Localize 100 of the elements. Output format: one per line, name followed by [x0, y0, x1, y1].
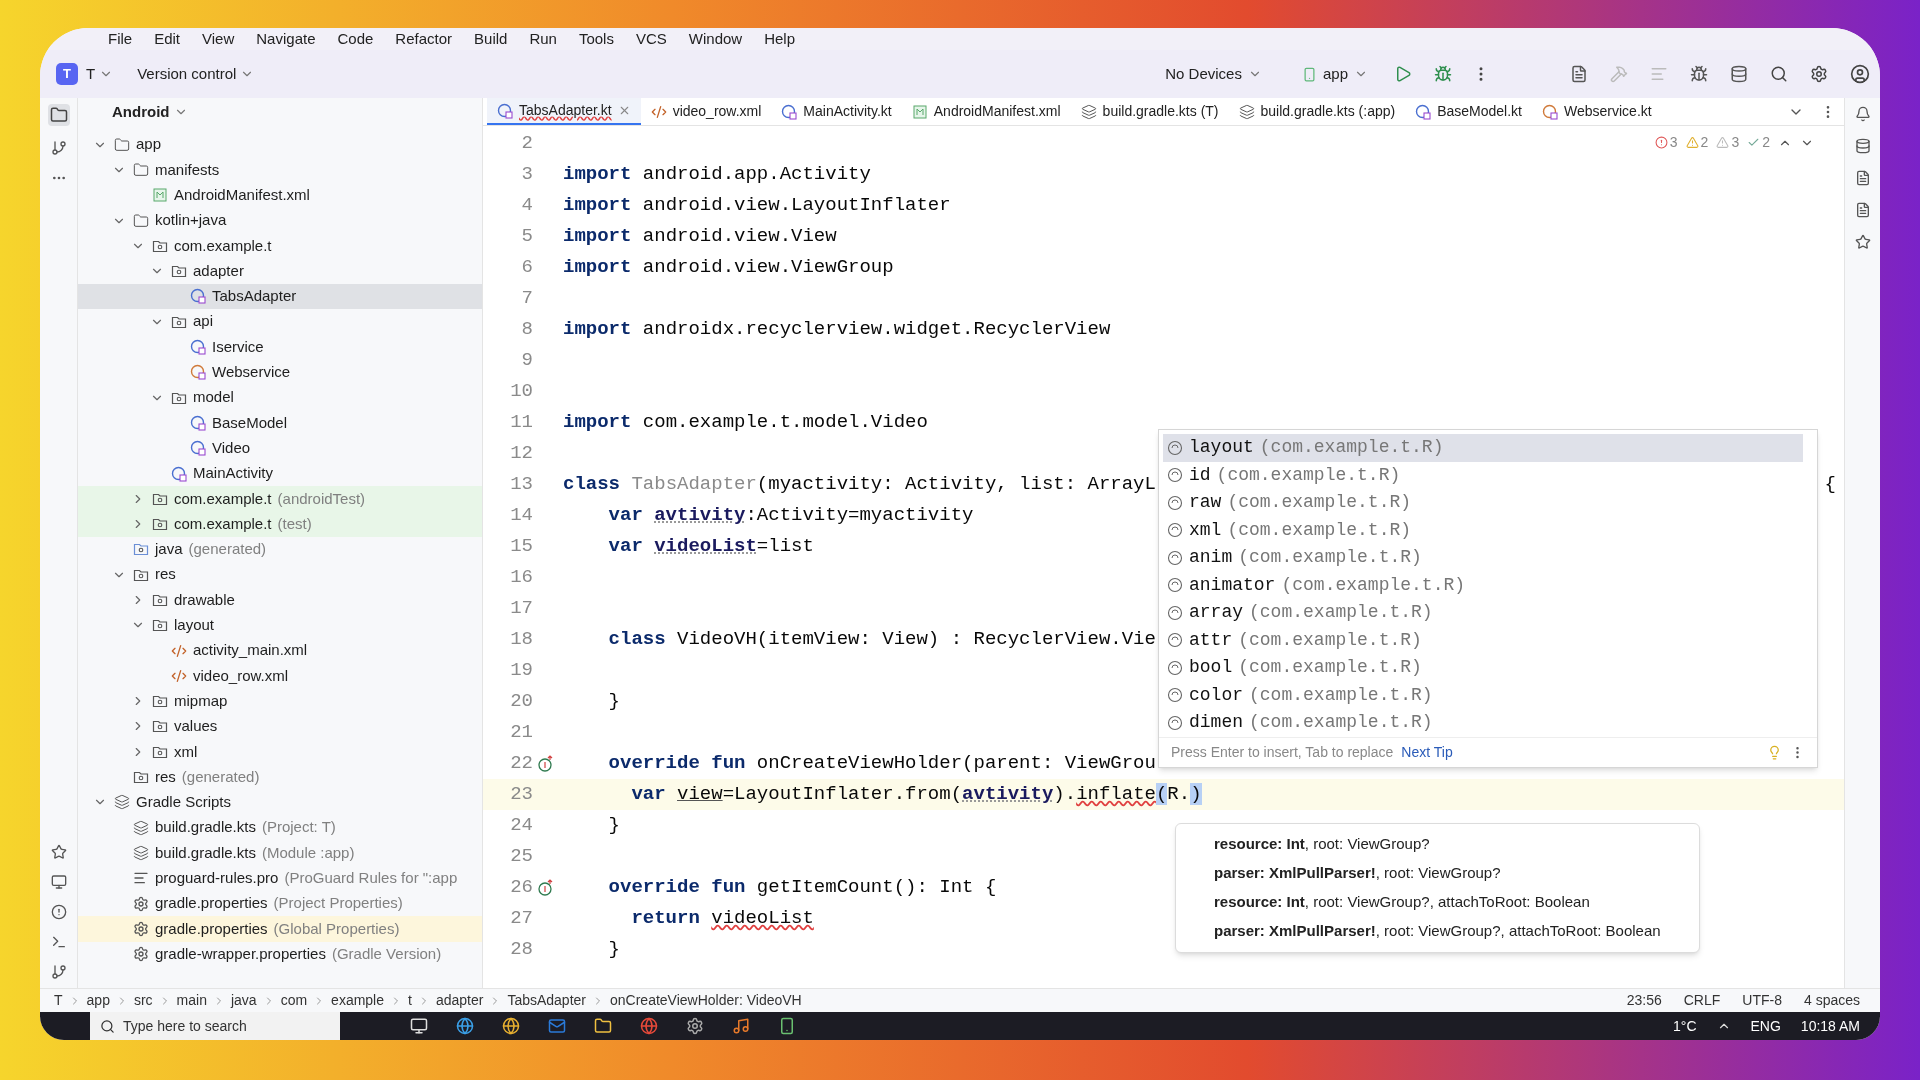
tree-item[interactable]: model [78, 384, 482, 411]
document-icon[interactable] [1570, 65, 1588, 83]
breadcrumb[interactable]: java [230, 990, 257, 1011]
document-icon[interactable] [1854, 170, 1871, 186]
tree-item[interactable]: Webservice [78, 359, 482, 385]
menu-item[interactable]: Code [337, 28, 374, 51]
bell-icon[interactable] [1854, 106, 1871, 122]
tree-item[interactable]: build.gradle.kts (Project: T) [78, 815, 482, 841]
tree-item[interactable]: java (generated) [78, 536, 482, 563]
breadcrumb[interactable]: adapter [435, 990, 484, 1011]
completion-item[interactable]: anim (com.example.t.R) [1163, 544, 1803, 572]
tree-item[interactable]: activity_main.xml [78, 637, 482, 664]
menu-item[interactable]: Help [764, 28, 796, 51]
breadcrumb[interactable]: t [408, 990, 412, 1011]
taskbar-app-icon[interactable] [778, 1017, 796, 1035]
tree-item[interactable]: mipmap [78, 688, 482, 714]
tree-item[interactable]: gradle.properties (Global Properties) [78, 916, 482, 942]
search-icon[interactable] [1770, 65, 1788, 83]
error-count[interactable]: 3 [1654, 132, 1678, 153]
taskbar-app-icon[interactable] [686, 1017, 704, 1035]
typo-count[interactable]: 2 [1747, 132, 1770, 153]
tree-item[interactable]: com.example.t (test) [78, 511, 482, 537]
tree-item[interactable]: BaseModel [78, 410, 482, 436]
tree-item[interactable]: AndroidManifest.xml [78, 182, 482, 208]
taskbar-app-icon[interactable] [732, 1017, 750, 1035]
tree-item[interactable]: res (generated) [78, 764, 482, 790]
taskbar-app-icon[interactable] [594, 1017, 612, 1035]
breadcrumb[interactable]: example [331, 990, 384, 1011]
breadcrumb[interactable]: T [54, 990, 63, 1011]
branch-icon[interactable] [50, 964, 67, 980]
cursor-position[interactable]: 23:56 [1626, 990, 1662, 1011]
taskbar-search[interactable]: Type here to search [90, 1012, 340, 1040]
problems-icon[interactable] [50, 904, 67, 920]
breadcrumb[interactable]: src [133, 990, 153, 1011]
tree-item[interactable]: proguard-rules.pro (ProGuard Rules for ":app [78, 865, 482, 891]
tree-item[interactable]: video_row.xml [78, 663, 482, 689]
monitor-icon[interactable] [50, 874, 67, 890]
branch-icon[interactable] [50, 140, 67, 156]
tree-item[interactable]: build.gradle.kts (Module :app) [78, 840, 482, 866]
tree-item[interactable]: Gradle Scripts [78, 789, 482, 815]
editor-tab[interactable]: MainActivity.kt [771, 98, 902, 125]
menu-item[interactable]: VCS [635, 28, 667, 51]
completion-item[interactable]: xml (com.example.t.R) [1163, 516, 1803, 544]
vcs-dropdown[interactable]: Version control [137, 62, 255, 86]
taskbar-app-icon[interactable] [456, 1017, 474, 1035]
menu-item[interactable]: Refactor [395, 28, 453, 51]
tree-item[interactable]: adapter [78, 258, 482, 284]
menu-item[interactable]: Build [474, 28, 508, 51]
editor-tab[interactable]: BaseModel.kt [1405, 98, 1532, 125]
next-tip-link[interactable]: Next Tip [1401, 741, 1453, 763]
warning-count[interactable]: 2 [1685, 132, 1709, 153]
completion-item[interactable]: raw (com.example.t.R) [1163, 489, 1803, 517]
tree-item[interactable]: Video [78, 435, 482, 461]
tree-item[interactable]: gradle-wrapper.properties (Gradle Version) [78, 941, 482, 967]
menu-item[interactable]: Run [529, 28, 557, 51]
indent-setting[interactable]: 4 spaces [1803, 990, 1860, 1011]
taskbar-app-icon[interactable] [410, 1017, 428, 1035]
star-icon[interactable] [50, 844, 67, 860]
completion-item[interactable]: layout (com.example.t.R) [1163, 434, 1803, 462]
completion-item[interactable]: attr (com.example.t.R) [1163, 626, 1803, 654]
document-icon[interactable] [1854, 202, 1871, 218]
menu-item[interactable]: File [108, 28, 133, 51]
account-icon[interactable] [1850, 64, 1870, 84]
language-indicator[interactable]: ENG [1750, 1015, 1781, 1037]
tree-item[interactable]: res [78, 562, 482, 588]
completion-item[interactable]: array (com.example.t.R) [1163, 599, 1803, 627]
breadcrumb[interactable]: onCreateViewHolder: VideoVH [610, 990, 802, 1011]
breadcrumb[interactable]: app [86, 990, 110, 1011]
taskbar-app-icon[interactable] [502, 1017, 520, 1035]
menu-item[interactable]: Window [688, 28, 743, 51]
editor-tab[interactable]: video_row.xml [640, 98, 772, 125]
editor-tab[interactable]: build.gradle.kts (T) [1070, 98, 1229, 125]
completion-item[interactable]: bool (com.example.t.R) [1163, 654, 1803, 682]
tree-item[interactable]: com.example.t (androidTest) [78, 486, 482, 512]
weather-text[interactable]: 1°C [1673, 1015, 1697, 1037]
run-config-dropdown[interactable]: app [1301, 62, 1368, 86]
completion-item[interactable]: dimen (com.example.t.R) [1163, 709, 1803, 737]
override-icon[interactable] [537, 754, 555, 773]
tree-item[interactable]: Iservice [78, 334, 482, 360]
bug-icon[interactable] [1434, 65, 1452, 83]
completion-item[interactable]: color (com.example.t.R) [1163, 681, 1803, 709]
tree-item[interactable]: api [78, 309, 482, 335]
project-view-dropdown[interactable]: Android [112, 100, 188, 124]
editor-tab[interactable]: TabsAdapter.kt [487, 98, 641, 125]
bug-icon[interactable] [1690, 65, 1708, 83]
tree-item[interactable]: layout [78, 612, 482, 638]
tree-item[interactable]: app [78, 132, 482, 158]
tree-item[interactable]: drawable [78, 587, 482, 613]
tree-item[interactable]: xml [78, 739, 482, 765]
database-icon[interactable] [1854, 138, 1871, 154]
tree-item[interactable]: com.example.t [78, 233, 482, 259]
file-encoding[interactable]: UTF-8 [1742, 990, 1782, 1011]
breadcrumb[interactable]: TabsAdapter [507, 990, 586, 1011]
project-dropdown[interactable]: T [86, 62, 114, 86]
editor-tab[interactable]: AndroidManifest.xml [901, 98, 1071, 125]
clock[interactable]: 10:18 AM [1800, 1015, 1860, 1037]
folder-icon[interactable] [47, 104, 70, 126]
device-dropdown[interactable]: No Devices [1165, 62, 1262, 86]
tree-item[interactable]: TabsAdapter [78, 283, 482, 310]
tree-item[interactable]: kotlin+java [78, 207, 482, 234]
